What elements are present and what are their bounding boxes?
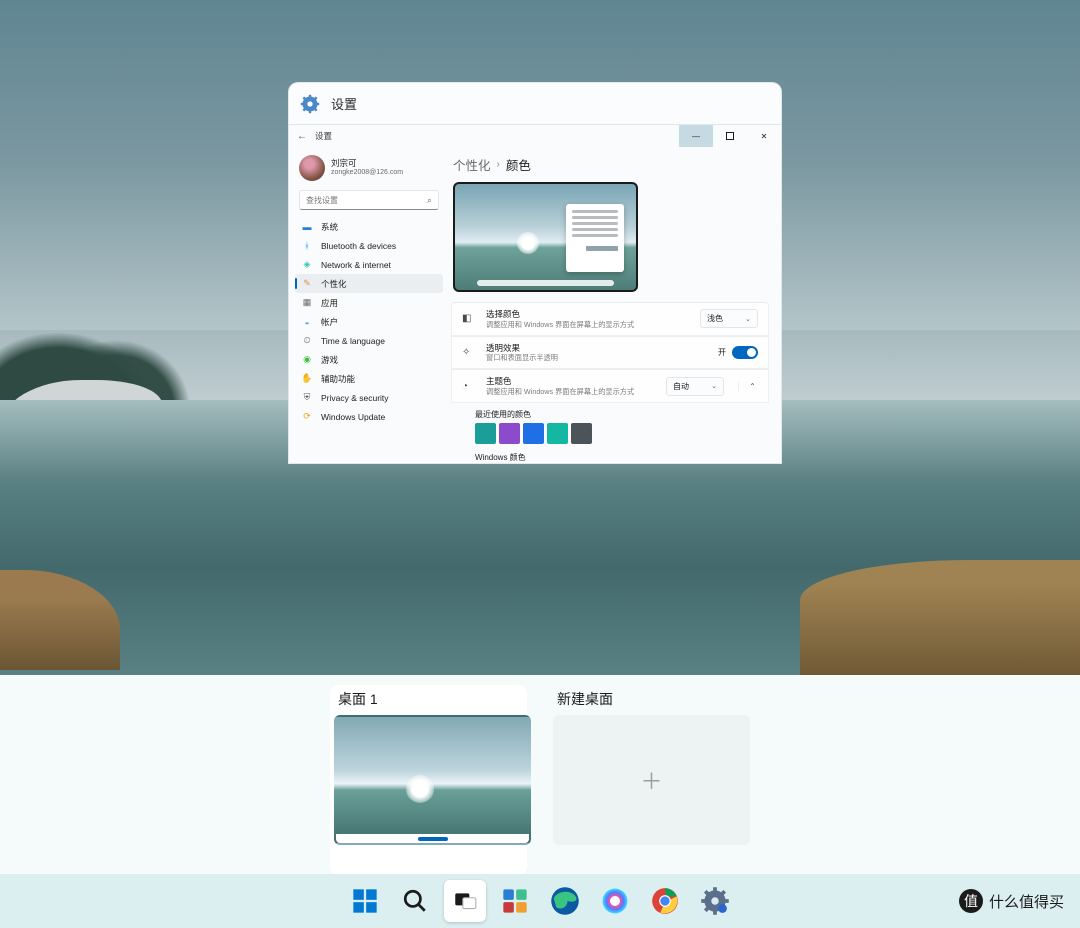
watermark-badge-icon: 值 <box>959 889 983 913</box>
recent-swatches <box>475 423 769 444</box>
user-email: zongke2008@126.com <box>331 169 403 177</box>
chevron-right-icon: › <box>497 159 500 170</box>
maximize-button[interactable] <box>713 125 747 147</box>
settings-sidebar: 刘宗可 zongke2008@126.com ⌕ ▬ 系统 ᚼ Bluetooth &… <box>289 147 449 463</box>
settings-title-bar: 设置 <box>288 82 782 124</box>
window-title: 设置 <box>315 130 332 142</box>
sidebar-item-label: Privacy & security <box>321 393 389 403</box>
breadcrumb-parent[interactable]: 个性化 <box>453 155 491 174</box>
taskview-button[interactable] <box>444 880 486 922</box>
sidebar-item-0[interactable]: ▬ 系统 <box>295 217 443 236</box>
user-name: 刘宗可 <box>331 159 403 169</box>
sidebar-item-label: 个性化 <box>321 278 347 290</box>
sidebar-item-8[interactable]: ✋ 辅助功能 <box>295 369 443 388</box>
color-swatch[interactable] <box>571 423 592 444</box>
accounts-icon: ◒ <box>301 316 313 328</box>
minimize-button[interactable]: — <box>679 125 713 147</box>
sidebar-item-10[interactable]: ⟳ Windows Update <box>295 407 443 426</box>
accessibility-icon: ✋ <box>301 373 313 385</box>
sidebar-item-5[interactable]: ◒ 帐户 <box>295 312 443 331</box>
window-controls: — ✕ <box>679 125 781 147</box>
sidebar-item-label: 帐户 <box>321 316 338 328</box>
sidebar-item-1[interactable]: ᚼ Bluetooth & devices <box>295 236 443 255</box>
avatar <box>299 155 325 181</box>
transparency-toggle[interactable] <box>732 346 758 359</box>
sidebar-item-label: Network & internet <box>321 260 391 270</box>
search-button[interactable] <box>394 880 436 922</box>
nav-list: ▬ 系统 ᚼ Bluetooth & devices ◈ Network & intern… <box>295 217 443 426</box>
bluetooth-icon: ᚼ <box>301 240 313 252</box>
taskview-panel: 桌面 1 新建桌面 ＋ <box>0 675 1080 875</box>
add-desktop-button[interactable]: ＋ <box>553 715 750 845</box>
settings-window: — ✕ ← 设置 刘宗可 zongke2008@126.com ⌕ ▬ 系统 ᚼ Bl… <box>288 124 782 464</box>
time-icon: ⏲ <box>301 335 313 347</box>
chevron-down-icon: ⌄ <box>711 382 717 390</box>
edge-button[interactable] <box>544 880 586 922</box>
sidebar-item-label: 系统 <box>321 221 338 233</box>
start-button[interactable] <box>344 880 386 922</box>
accent-color-row: ◔ 主题色 调整应用和 Windows 界面在屏幕上的显示方式 自动⌄ ⌃ <box>451 369 769 403</box>
sidebar-item-3[interactable]: ✎ 个性化 <box>295 274 443 293</box>
color-swatch[interactable] <box>499 423 520 444</box>
privacy-icon: ⛨ <box>301 392 313 404</box>
sidebar-item-label: Windows Update <box>321 412 385 422</box>
palette-icon: ◔ <box>462 381 476 392</box>
sidebar-item-7[interactable]: ◉ 游戏 <box>295 350 443 369</box>
update-icon: ⟳ <box>301 411 313 423</box>
sidebar-item-6[interactable]: ⏲ Time & language <box>295 331 443 350</box>
mode-icon: ◧ <box>462 313 476 324</box>
sidebar-item-label: Time & language <box>321 336 385 346</box>
watermark: 值 什么值得买 <box>959 889 1064 913</box>
taskbar: 值 什么值得买 <box>0 874 1080 928</box>
sidebar-item-9[interactable]: ⛨ Privacy & security <box>295 388 443 407</box>
user-profile[interactable]: 刘宗可 zongke2008@126.com <box>295 151 443 189</box>
recent-colors-section: 最近使用的颜色 Windows 颜色 <box>451 403 769 463</box>
chrome-button[interactable] <box>644 880 686 922</box>
new-desktop-card[interactable]: 新建桌面 ＋ <box>553 689 750 875</box>
desktop-thumbnail[interactable] <box>334 715 531 845</box>
sidebar-item-2[interactable]: ◈ Network & internet <box>295 255 443 274</box>
search-input[interactable]: ⌕ <box>299 190 439 210</box>
search-icon: ⌕ <box>427 195 432 206</box>
settings-title: 设置 <box>331 94 357 113</box>
gaming-icon: ◉ <box>301 354 313 366</box>
close-button[interactable]: ✕ <box>747 125 781 147</box>
sparkle-icon: ✧ <box>462 347 476 358</box>
color-mode-select[interactable]: 浅色⌄ <box>700 309 758 328</box>
settings-taskbar-button[interactable] <box>694 880 736 922</box>
settings-content: 个性化 › 颜色 ◧ 选择颜色 调整应用和 Windows 界面在屏幕上的显示方… <box>449 147 781 463</box>
sidebar-item-label: 游戏 <box>321 354 338 366</box>
theme-preview <box>453 182 638 292</box>
breadcrumb: 个性化 › 颜色 <box>451 151 769 182</box>
brush-icon: ✎ <box>301 278 313 290</box>
sidebar-item-label: 辅助功能 <box>321 373 355 385</box>
breadcrumb-current: 颜色 <box>506 155 531 174</box>
rainbow-app-button[interactable] <box>594 880 636 922</box>
apps-icon: ▦ <box>301 297 313 309</box>
widgets-button[interactable] <box>494 880 536 922</box>
desktop-card-1[interactable]: 桌面 1 <box>330 685 527 875</box>
sidebar-item-label: 应用 <box>321 297 338 309</box>
wifi-icon: ◈ <box>301 259 313 271</box>
sidebar-item-label: Bluetooth & devices <box>321 241 396 251</box>
chevron-down-icon: ⌄ <box>745 315 751 323</box>
system-icon: ▬ <box>301 221 313 233</box>
color-swatch[interactable] <box>547 423 568 444</box>
back-button[interactable]: ← <box>297 131 307 142</box>
gear-icon <box>299 93 321 115</box>
transparency-row: ✧ 透明效果 窗口和表面显示半透明 开 <box>451 336 769 370</box>
accent-select[interactable]: 自动⌄ <box>666 377 724 396</box>
plus-icon: ＋ <box>640 764 662 796</box>
color-mode-row: ◧ 选择颜色 调整应用和 Windows 界面在屏幕上的显示方式 浅色⌄ <box>451 302 769 336</box>
search-field[interactable] <box>306 196 427 205</box>
expand-button[interactable]: ⌃ <box>738 382 758 391</box>
sidebar-item-4[interactable]: ▦ 应用 <box>295 293 443 312</box>
color-swatch[interactable] <box>523 423 544 444</box>
color-swatch[interactable] <box>475 423 496 444</box>
